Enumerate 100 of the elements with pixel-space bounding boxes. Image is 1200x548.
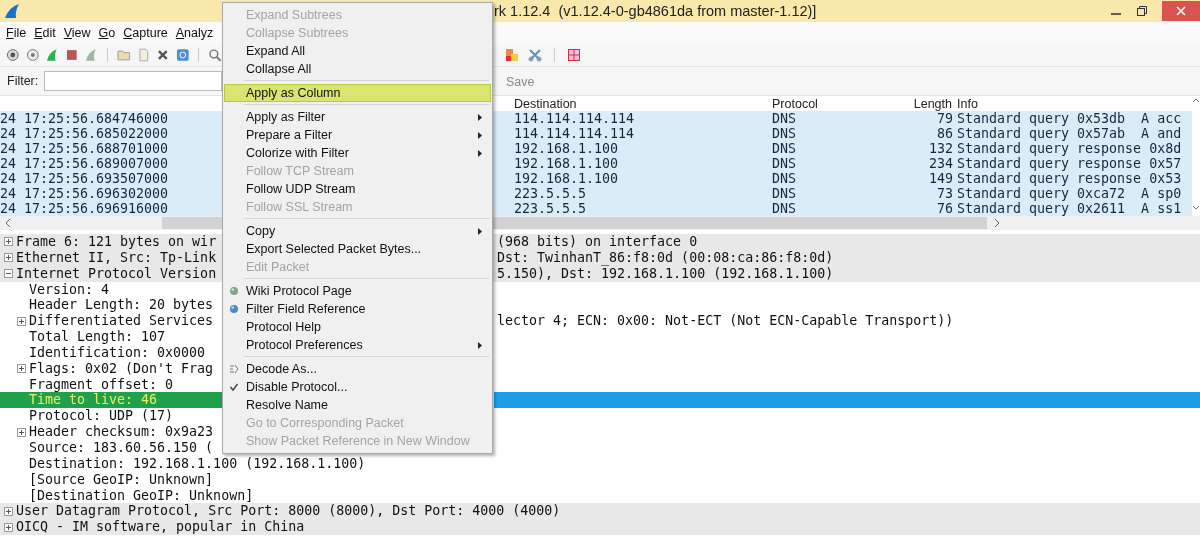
table-cell-text: DNS (772, 156, 798, 171)
menu-item[interactable]: Filter Field Reference (224, 300, 491, 318)
table-cell-text: DNS (772, 126, 798, 141)
tree-item-text: Source: 183.60.56.150 ( (29, 439, 214, 456)
menu-item[interactable]: Apply as Filter (224, 108, 491, 126)
table-cell-text: DNS (772, 141, 798, 156)
expand-icon[interactable] (4, 522, 13, 532)
menu-item[interactable]: Edit (34, 26, 56, 40)
fin-icon[interactable] (45, 48, 59, 62)
column-header[interactable]: Destination (514, 96, 772, 111)
table-cell-text: 223.5.5.5 (514, 201, 588, 216)
menu-item[interactable]: Apply as Column (224, 84, 491, 102)
menu-item[interactable]: Go (98, 26, 116, 40)
menu-item[interactable]: Protocol Help (224, 318, 491, 336)
tree-item-text: Time to live: 46 (29, 392, 158, 409)
table-cell-text: 223.5.5.5 (514, 186, 588, 201)
table-cell-text: Standard query response 0x53 (956, 171, 1182, 186)
menu-item[interactable]: Disable Protocol... (224, 378, 491, 396)
table-cell-text: 114.114.114.114 (514, 126, 636, 141)
tree-item-text: OICQ - IM software, popular in China (16, 519, 305, 536)
scissors-icon[interactable] (528, 48, 542, 62)
layout-icon[interactable] (567, 48, 581, 62)
interface-icon[interactable] (6, 48, 20, 62)
menu-item[interactable]: File (6, 26, 27, 40)
options-icon[interactable] (25, 48, 40, 62)
table-cell-text: 24 17:25:56.693507000 (0, 171, 170, 186)
collapse-icon[interactable] (4, 269, 13, 279)
menu-item[interactable]: Decode As... (224, 360, 491, 378)
tree-row[interactable]: User Datagram Protocol, Src Port: 8000 (8000), Dst Port: 4000 (4000) (0, 503, 1200, 520)
menu-item[interactable]: Capture (123, 26, 168, 40)
search-icon[interactable] (208, 48, 223, 62)
menu-item[interactable]: Protocol Preferences (224, 336, 491, 354)
table-cell-text: Standard query 0x2611 A ss1 (956, 201, 1182, 216)
tree-row[interactable]: OICQ - IM software, popular in China (0, 519, 1200, 536)
fin-icon (4, 3, 20, 19)
tree-item-text: Header Length: 20 bytes (29, 297, 214, 314)
tree-item-text: Version: 4 (29, 281, 110, 298)
close-icon[interactable] (156, 48, 170, 62)
table-cell-text: Standard query response 0x57 (956, 156, 1182, 171)
expand-icon[interactable] (17, 316, 26, 326)
menu-item[interactable]: Analyz (175, 26, 214, 40)
menu-item[interactable]: Wiki Protocol Page (224, 282, 491, 300)
expand-icon[interactable] (4, 253, 13, 263)
table-cell-text: 76 (936, 201, 953, 216)
table-cell-text: 79 (936, 111, 953, 126)
expand-icon[interactable] (4, 237, 13, 247)
table-cell-text: 24 17:25:56.689007000 (0, 156, 170, 171)
table-cell-text: 24 17:25:56.696302000 (0, 186, 170, 201)
table-cell-text: DNS (772, 111, 798, 126)
tree-item-text: Destination: 192.168.1.100 (192.168.1.100) (29, 455, 366, 472)
tree-item-text: Header checksum: 0x9a23 (29, 424, 214, 440)
table-cell-text: 24 17:25:56.684746000 (0, 111, 170, 126)
column-header[interactable]: Length (892, 96, 952, 111)
table-cell-text: Standard query 0xca72 A sp0 (956, 186, 1182, 201)
expand-icon[interactable] (4, 506, 13, 516)
expand-icon[interactable] (17, 364, 26, 374)
check-icon (229, 382, 239, 392)
table-cell-text: Standard query 0x57ab A and (956, 126, 1182, 141)
table-cell-text: 24 17:25:56.688701000 (0, 141, 170, 156)
scroll-left-icon[interactable] (4, 218, 12, 228)
tree-item-text: lector 4; ECN: 0x00: Not-ECT (Not ECN-Capable Transport)) (497, 313, 954, 329)
tree-item-text: Dst: TwinhanT_86:f8:0d (00:08:ca:86:f8:0d) (497, 249, 834, 265)
tree-item-text: [Destination GeoIP: Unknown] (29, 487, 254, 504)
table-cell-text: 86 (936, 126, 953, 141)
stop-icon[interactable] (64, 48, 79, 62)
restore-icon[interactable] (1136, 5, 1148, 17)
menu-item[interactable]: Resolve Name (224, 396, 491, 414)
table-cell-text: 192.168.1.100 (514, 141, 620, 156)
selection-highlight[interactable] (494, 392, 1200, 409)
tree-item-text: Frame 6: 121 bytes on wir (16, 234, 217, 250)
filter-field[interactable] (44, 71, 222, 91)
tree-item-text: [Source GeoIP: Unknown] (29, 471, 214, 488)
tree-item-text: Ethernet II, Src: Tp-Link (16, 249, 217, 266)
column-header[interactable]: Protocol (772, 96, 892, 111)
menu-item[interactable]: Expand All (224, 42, 491, 60)
tree-item-text: User Datagram Protocol, Src Port: 8000 (8000), Dst Port: 4000 (4000) (16, 503, 561, 520)
tree-item-text: Differentiated Services (29, 313, 214, 330)
table-cell-text: 73 (936, 186, 953, 201)
column-header[interactable]: Info (952, 96, 978, 111)
tree-item-text: 5.150), Dst: 192.168.1.100 (192.168.1.100) (497, 265, 834, 281)
menu-item[interactable]: Collapse All (224, 60, 491, 78)
tree-item-text: Total Length: 107 (29, 329, 166, 345)
menu-item[interactable]: Prepare a Filter (224, 126, 491, 144)
table-cell-text: Standard query response 0x8d (956, 141, 1182, 156)
table-cell-text: 114.114.114.114 (514, 111, 636, 126)
ball-icon (229, 286, 239, 296)
table-cell-text: 132 (927, 141, 953, 156)
scroll-right-icon[interactable] (993, 218, 1001, 228)
table-cell-text: 234 (927, 156, 953, 171)
expand-icon[interactable] (17, 427, 26, 437)
window-title: rk 1.12.4 (v1.12.4-0-gb4861da from master-1.12)] (494, 3, 817, 19)
close-button[interactable] (1162, 1, 1200, 21)
reload-icon[interactable] (175, 48, 190, 62)
tree-item-text: Protocol: UDP (17) (29, 408, 174, 425)
decode-icon (229, 364, 239, 374)
table-cell-text: Standard query 0x53db A acc (956, 111, 1182, 126)
menu-item[interactable]: View (63, 26, 91, 40)
tree-item-text: Fragment offset: 0 (29, 376, 174, 393)
palette-icon[interactable] (505, 48, 519, 62)
table-cell-text: DNS (772, 171, 798, 186)
